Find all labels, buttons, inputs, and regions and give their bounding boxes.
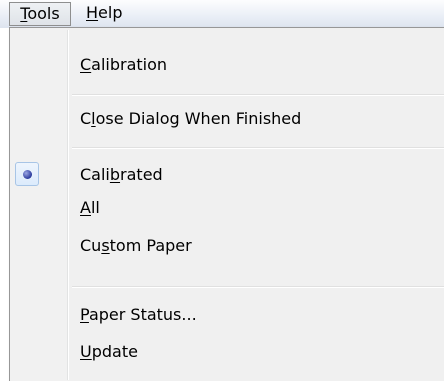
menu-item-close-dialog-when-finished[interactable]: Close Dialog When Finished <box>10 104 444 134</box>
menu-item-calibration-rest: alibration <box>91 55 168 74</box>
menu-item-custom-paper-rest: tom Paper <box>109 236 192 255</box>
menu-item-calibrated-prefix: Cali <box>80 165 110 184</box>
menu-item-custom-paper-prefix: Cu <box>80 236 102 255</box>
menu-item-calibrated[interactable]: Calibrated <box>10 160 444 190</box>
menu-item-calibration-accel: C <box>80 55 92 74</box>
menu-item-custom-paper-label: Custom Paper <box>80 236 192 256</box>
menu-item-paper-status[interactable]: Paper Status... <box>10 300 444 330</box>
menu-item-close-dialog-label: Close Dialog When Finished <box>80 109 301 129</box>
menu-item-update-accel: U <box>80 342 92 361</box>
menu-item-all[interactable]: All <box>10 193 444 223</box>
menu-item-update-label: Update <box>80 342 138 362</box>
menu-item-custom-paper[interactable]: Custom Paper <box>10 231 444 261</box>
menu-item-custom-paper-accel: s <box>101 236 110 255</box>
menu-separator <box>72 286 444 288</box>
menu-item-calibration[interactable]: Calibration <box>10 50 444 80</box>
radio-checked-indicator <box>15 162 39 186</box>
menu-bar: Tools Help <box>0 0 444 28</box>
menu-help-accel: H <box>86 3 99 22</box>
screen: Tools Help Calibration Close Dialog When… <box>0 0 444 381</box>
menu-item-paper-status-accel: P <box>80 305 89 324</box>
menu-item-paper-status-label: Paper Status... <box>80 305 197 325</box>
menu-item-calibrated-accel: b <box>109 165 121 184</box>
menu-item-update-rest: pdate <box>91 342 138 361</box>
menu-item-all-label: All <box>80 198 100 218</box>
menu-item-paper-status-rest: aper Status... <box>88 305 197 324</box>
menu-help-label: elp <box>98 3 123 22</box>
menu-tools[interactable]: Tools <box>9 2 71 26</box>
radio-bullet-icon <box>23 170 32 179</box>
menu-separator <box>72 147 444 149</box>
menu-item-calibrated-rest: rated <box>120 165 163 184</box>
menu-tools-label: ools <box>27 4 60 23</box>
menu-item-all-accel: A <box>80 198 91 217</box>
menu-item-update[interactable]: Update <box>10 337 444 367</box>
menu-item-calibration-label: Calibration <box>80 55 167 75</box>
menu-item-close-dialog-rest: ose Dialog When Finished <box>95 109 302 128</box>
menu-help[interactable]: Help <box>82 2 126 26</box>
menu-item-calibrated-label: Calibrated <box>80 165 163 185</box>
menu-separator <box>72 94 444 96</box>
menu-item-all-rest: ll <box>90 198 100 217</box>
menu-item-close-dialog-prefix: C <box>80 109 92 128</box>
tools-dropdown-menu: Calibration Close Dialog When Finished C… <box>9 27 444 381</box>
